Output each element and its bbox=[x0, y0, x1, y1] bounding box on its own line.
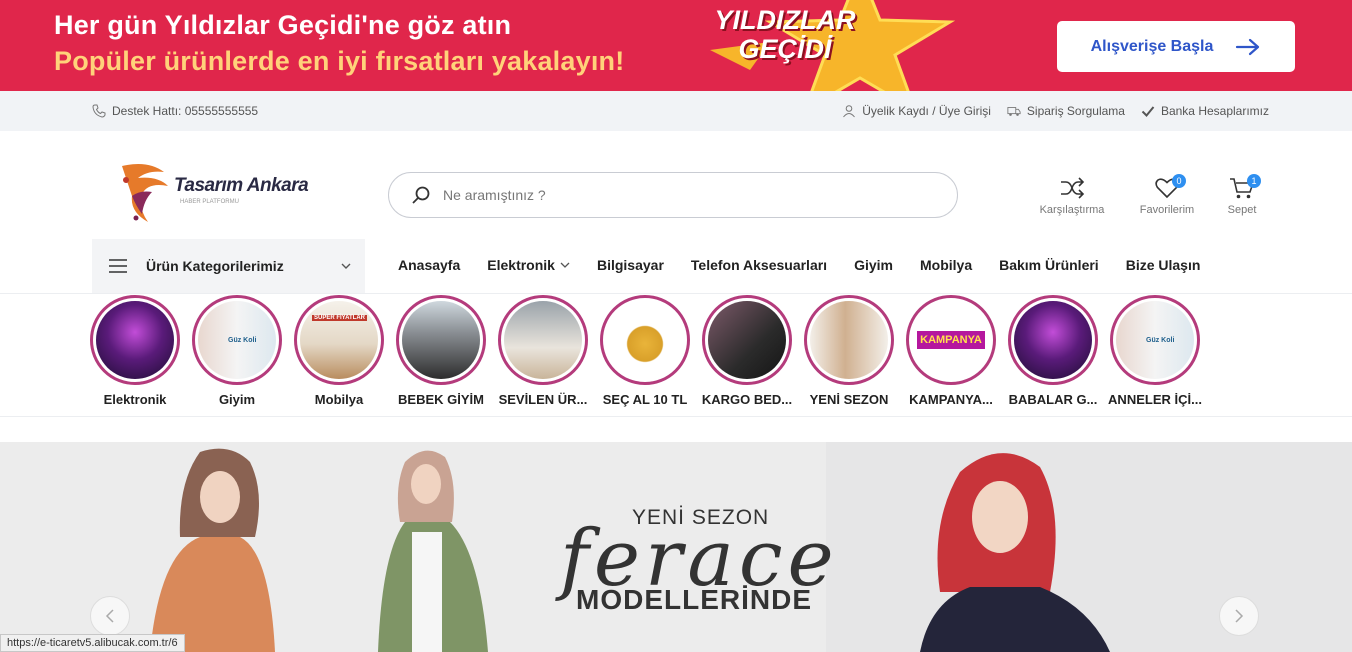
model-figure-middle bbox=[378, 450, 488, 652]
site-logo[interactable]: Tasarım Ankara HABER PLATFORMU bbox=[118, 160, 328, 226]
support-line: Destek Hattı: 05555555555 bbox=[92, 104, 258, 118]
story-image bbox=[810, 301, 888, 379]
check-icon bbox=[1141, 106, 1155, 117]
story-image: Güz Koli bbox=[198, 301, 276, 379]
model-figure-right bbox=[920, 453, 1110, 652]
nav-clothing[interactable]: Giyim bbox=[854, 257, 893, 273]
logo-name: Tasarım Ankara bbox=[174, 175, 309, 196]
logo-tagline: HABER PLATFORMU bbox=[180, 199, 239, 205]
nav-home[interactable]: Anasayfa bbox=[398, 257, 460, 273]
search-bar[interactable] bbox=[388, 172, 958, 218]
phone-icon bbox=[92, 104, 106, 118]
story-baby-clothing[interactable]: BEBEK GİYİM bbox=[390, 295, 492, 407]
compare-button[interactable]: Karşılaştırma bbox=[1032, 176, 1112, 216]
bank-accounts-link[interactable]: Banka Hesaplarımız bbox=[1141, 104, 1269, 118]
hero-subtitle: MODELLERİNDE bbox=[576, 584, 812, 615]
promo-badge: YILDIZLAR GEÇİDİ bbox=[714, 5, 856, 64]
order-tracking-link[interactable]: Sipariş Sorgulama bbox=[1007, 104, 1125, 118]
search-input[interactable] bbox=[443, 187, 923, 203]
chevron-down-icon bbox=[560, 262, 570, 268]
story-image: SÜPER FİYATLAR bbox=[300, 301, 378, 379]
promo-headline: Her gün Yıldızlar Geçidi'ne göz atın bbox=[54, 10, 512, 40]
story-campaign[interactable]: KAMPANYA KAMPANYA... bbox=[900, 295, 1002, 407]
hamburger-icon bbox=[109, 259, 127, 273]
cart-count-badge: 1 bbox=[1247, 174, 1261, 188]
story-electronics[interactable]: Elektronik bbox=[84, 295, 186, 407]
story-fathers-day[interactable]: BABALAR G... bbox=[1002, 295, 1104, 407]
story-image bbox=[504, 301, 582, 379]
story-favorites[interactable]: SEVİLEN ÜR... bbox=[492, 295, 594, 407]
promo-subheadline: Popüler ürünlerde en iyi fırsatları yaka… bbox=[54, 46, 625, 76]
story-image: Güz Koli bbox=[1116, 301, 1194, 379]
story-image bbox=[402, 301, 480, 379]
story-clothing[interactable]: Güz Koli Giyim bbox=[186, 295, 288, 407]
promo-banner[interactable]: Her gün Yıldızlar Geçidi'ne göz atın Pop… bbox=[0, 0, 1352, 91]
story-image bbox=[606, 301, 684, 379]
favorites-count-badge: 0 bbox=[1172, 174, 1186, 188]
favorites-button[interactable]: Favorilerim 0 bbox=[1127, 174, 1207, 216]
shuffle-icon bbox=[1061, 177, 1085, 199]
arrow-right-icon bbox=[1236, 38, 1260, 55]
nav-computers[interactable]: Bilgisayar bbox=[597, 257, 664, 273]
nav-furniture[interactable]: Mobilya bbox=[920, 257, 972, 273]
top-bar: Destek Hattı: 05555555555 Üyelik Kaydı /… bbox=[0, 91, 1352, 131]
story-furniture[interactable]: SÜPER FİYATLAR Mobilya bbox=[288, 295, 390, 407]
search-icon[interactable] bbox=[411, 185, 431, 205]
chevron-left-icon bbox=[105, 609, 114, 623]
story-new-season[interactable]: YENİ SEZON bbox=[798, 295, 900, 407]
model-figure-left bbox=[150, 448, 275, 652]
nav-contact[interactable]: Bize Ulaşın bbox=[1126, 257, 1201, 273]
product-categories-button[interactable]: Ürün Kategorilerimiz bbox=[92, 239, 365, 293]
chevron-right-icon bbox=[1235, 609, 1244, 623]
story-categories: Elektronik Güz Koli Giyim SÜPER FİYATLAR… bbox=[0, 293, 1352, 417]
main-nav: Anasayfa Elektronik Bilgisayar Telefon A… bbox=[398, 257, 1227, 273]
start-shopping-button[interactable]: Alışverişe Başla bbox=[1057, 21, 1295, 72]
chevron-down-icon bbox=[341, 263, 351, 269]
story-image: KAMPANYA bbox=[912, 301, 990, 379]
story-image bbox=[96, 301, 174, 379]
story-image bbox=[1014, 301, 1092, 379]
nav-phone-accessories[interactable]: Telefon Aksesuarları bbox=[691, 257, 827, 273]
slider-next-button[interactable] bbox=[1219, 596, 1259, 636]
cart-button[interactable]: Sepet 1 bbox=[1202, 174, 1282, 216]
story-image bbox=[708, 301, 786, 379]
logo-mark-icon bbox=[122, 164, 168, 222]
truck-icon bbox=[1007, 107, 1021, 116]
nav-electronics[interactable]: Elektronik bbox=[487, 257, 570, 273]
status-bar-url: https://e-ticaretv5.alibucak.com.tr/6 bbox=[0, 634, 185, 652]
story-mothers-day[interactable]: Güz Koli ANNELER İÇİ... bbox=[1104, 295, 1206, 407]
story-pick-10tl[interactable]: SEÇ AL 10 TL bbox=[594, 295, 696, 407]
user-icon bbox=[843, 105, 856, 118]
login-register-link[interactable]: Üyelik Kaydı / Üye Girişi bbox=[842, 104, 991, 118]
story-free-shipping[interactable]: KARGO BED... bbox=[696, 295, 798, 407]
nav-care-products[interactable]: Bakım Ürünleri bbox=[999, 257, 1099, 273]
slider-prev-button[interactable] bbox=[90, 596, 130, 636]
hero-slider[interactable]: YENİ SEZON ferace MODELLERİNDE bbox=[0, 442, 1352, 652]
